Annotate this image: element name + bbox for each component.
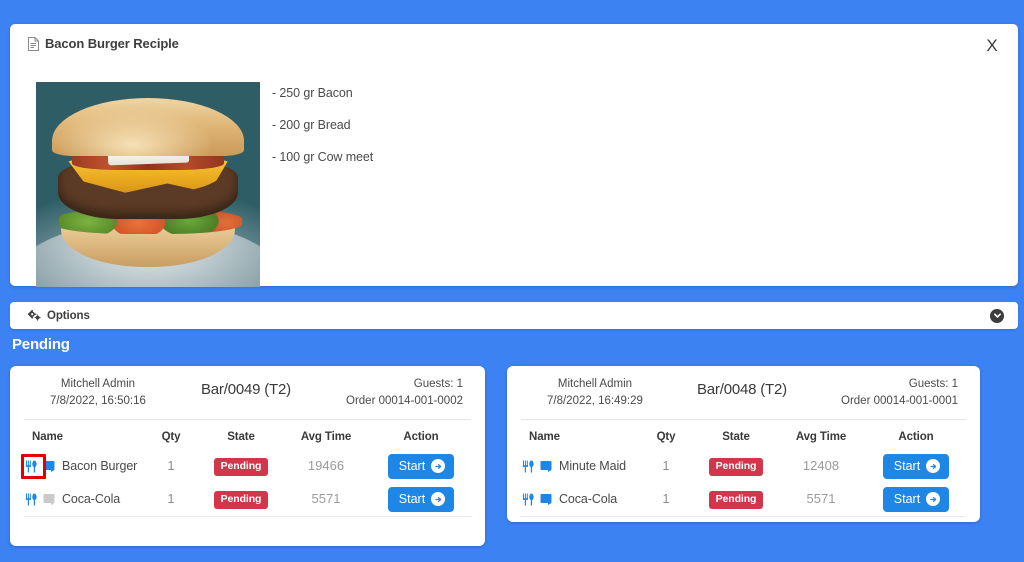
start-button[interactable]: Start <box>387 486 455 512</box>
order-lines-table: Name Qty State Avg Time Action <box>521 422 966 517</box>
table-row: Bacon Burger 1 Pending 19466 Start <box>24 450 471 483</box>
product-name: Bacon Burger <box>62 459 138 473</box>
arrow-right-icon <box>431 459 446 473</box>
table-header-row: Name Qty State Avg Time Action <box>521 422 966 450</box>
start-button-label: Start <box>893 458 921 473</box>
order-card-header: Mitchell Admin 7/8/2022, 16:49:29 Bar/00… <box>521 366 966 420</box>
product-tag-icon <box>540 493 555 505</box>
column-header-action: Action <box>403 430 439 443</box>
line-qty: 1 <box>662 459 670 473</box>
line-avg-time: 5571 <box>806 491 836 506</box>
line-qty: 1 <box>167 492 175 506</box>
close-button[interactable]: X <box>980 33 1004 57</box>
start-button-label: Start <box>398 458 426 473</box>
table-header-row: Name Qty State Avg Time Action <box>24 422 471 450</box>
status-badge: Pending <box>708 491 764 509</box>
column-header-qty: Qty <box>161 430 181 443</box>
column-header-qty: Qty <box>656 430 676 443</box>
arrow-right-icon <box>926 492 941 506</box>
cogs-icon <box>28 310 41 321</box>
order-table-name: Bar/0049 (T2) <box>200 381 291 398</box>
product-tag-icon <box>43 493 58 505</box>
column-header-state: State <box>722 430 750 443</box>
table-row: Coca-Cola 1 Pending 5571 Start <box>24 482 471 517</box>
status-badge: Pending <box>213 491 269 509</box>
column-header-state: State <box>227 430 255 443</box>
bacon-burger-photo <box>36 82 260 287</box>
order-reference: Order 00014-001-0001 <box>841 395 958 408</box>
column-header-action: Action <box>898 430 934 443</box>
cutlery-icon[interactable] <box>24 459 39 474</box>
line-qty: 1 <box>167 459 175 473</box>
start-button[interactable]: Start <box>882 453 950 479</box>
chevron-down-circle-icon[interactable] <box>990 308 1004 323</box>
status-badge: Pending <box>708 458 764 476</box>
order-user: Mitchell Admin <box>60 378 136 390</box>
order-reference: Order 00014-001-0002 <box>346 395 463 408</box>
options-label: Options <box>47 309 90 322</box>
start-button-label: Start <box>398 491 426 506</box>
arrow-right-icon <box>926 459 941 473</box>
order-card: Mitchell Admin 7/8/2022, 16:49:29 Bar/00… <box>507 366 980 522</box>
table-row: Coca-Cola 1 Pending 5571 Start <box>521 482 966 517</box>
recipe-panel: Bacon Burger Reciple X - 250 gr Bacon - … <box>10 24 1018 287</box>
ingredient-list: - 250 gr Bacon - 200 gr Bread - 100 gr C… <box>272 86 373 182</box>
recipe-title-text: Bacon Burger Reciple <box>45 36 179 51</box>
column-header-avg-time: Avg Time <box>300 430 352 443</box>
cutlery-icon[interactable] <box>521 492 536 507</box>
table-row: Minute Maid 1 Pending 12408 Start <box>521 450 966 483</box>
kitchen-display-screen: Bacon Burger Reciple X - 250 gr Bacon - … <box>0 0 1024 562</box>
start-button[interactable]: Start <box>387 453 455 479</box>
line-avg-time: 5571 <box>311 491 341 506</box>
options-bar[interactable]: Options <box>10 302 1018 329</box>
order-guests: Guests: 1 <box>908 378 958 390</box>
order-datetime: 7/8/2022, 16:50:16 <box>50 395 146 408</box>
start-button-label: Start <box>893 491 921 506</box>
list-item: - 100 gr Cow meet <box>272 150 374 164</box>
status-badge: Pending <box>213 458 269 476</box>
line-avg-time: 12408 <box>802 458 840 473</box>
product-tag-icon <box>43 460 58 472</box>
line-avg-time: 19466 <box>307 458 345 473</box>
column-header-avg-time: Avg Time <box>795 430 847 443</box>
column-header-name: Name <box>32 430 63 443</box>
pending-section-heading: Pending <box>12 336 70 353</box>
column-header-name: Name <box>529 430 560 443</box>
product-tag-icon <box>540 460 555 472</box>
line-qty: 1 <box>662 492 670 506</box>
order-table-name: Bar/0048 (T2) <box>696 381 787 398</box>
product-name: Minute Maid <box>559 459 626 473</box>
order-datetime: 7/8/2022, 16:49:29 <box>547 395 643 408</box>
list-item: - 250 gr Bacon <box>272 86 353 100</box>
order-card: Mitchell Admin 7/8/2022, 16:50:16 Bar/00… <box>10 366 485 546</box>
cutlery-icon[interactable] <box>521 459 536 474</box>
product-name: Coca-Cola <box>559 492 618 506</box>
order-card-header: Mitchell Admin 7/8/2022, 16:50:16 Bar/00… <box>24 366 471 420</box>
cutlery-icon[interactable] <box>24 492 39 507</box>
options-label-group: Options <box>28 310 90 322</box>
product-name: Coca-Cola <box>62 492 121 506</box>
order-guests: Guests: 1 <box>413 378 463 390</box>
order-lines-table: Name Qty State Avg Time Action <box>24 422 471 517</box>
list-item: - 200 gr Bread <box>272 118 351 132</box>
order-user: Mitchell Admin <box>557 378 633 390</box>
recipe-title: Bacon Burger Reciple <box>28 36 179 51</box>
start-button[interactable]: Start <box>882 486 950 512</box>
document-icon <box>28 36 39 51</box>
arrow-right-icon <box>431 492 446 506</box>
